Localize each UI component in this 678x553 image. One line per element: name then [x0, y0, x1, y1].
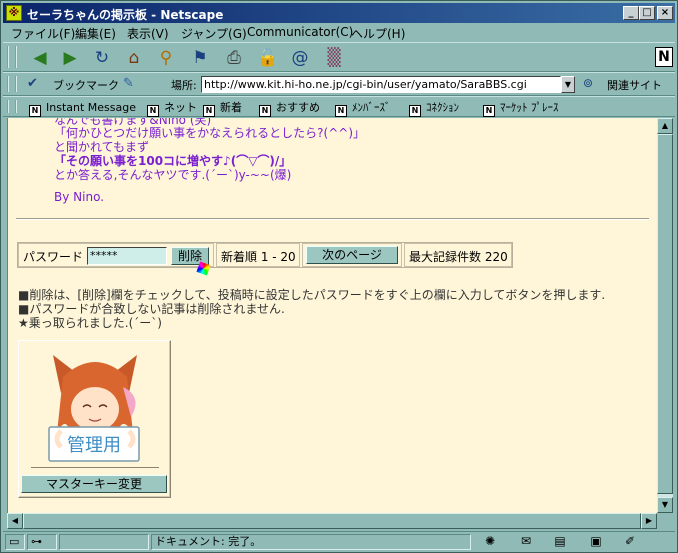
location-dropdown-icon[interactable]: ▼: [561, 76, 575, 93]
edit-icon[interactable]: ✐: [621, 534, 639, 549]
composer-icon[interactable]: ▣: [587, 534, 605, 549]
note-text: ★乗っ取られました.(´ー`): [18, 316, 162, 330]
print-icon[interactable]: ⎙: [221, 46, 247, 70]
personal-item[interactable]: N Instant Message: [29, 100, 136, 117]
menu-view[interactable]: 表示(V): [127, 25, 169, 42]
personal-item[interactable]: N おすすめ: [259, 100, 320, 117]
menu-edit[interactable]: 編集(E): [75, 25, 116, 42]
maximize-button[interactable]: □: [639, 6, 655, 20]
security-icon[interactable]: 🔓: [255, 46, 281, 70]
admin-panel: 管理用 マスターキー変更: [18, 340, 171, 498]
post-text: とか答える,そんなヤツです.(´ー`)y-~~(爆): [54, 168, 292, 182]
bookmark-button[interactable]: ブックマーク: [53, 77, 119, 93]
range-text: 新着順 1 - 20: [221, 250, 296, 264]
progress-cell: [59, 534, 149, 550]
toolbar-grip[interactable]: [7, 46, 17, 68]
next-cell: 次のページ: [302, 243, 402, 267]
bookmark-item-icon: N: [259, 105, 271, 117]
menu-help[interactable]: ヘルプ(H): [351, 25, 405, 42]
bookmark-item-icon: N: [483, 105, 495, 117]
title-bar: ※ セーラちゃんの掲示板 - Netscape _ □ ×: [3, 3, 675, 23]
browser-window: ※ セーラちゃんの掲示板 - Netscape _ □ × ファイル(F) 編集…: [0, 0, 678, 553]
control-table: パスワード ***** 削除 新着順 1 - 20 次のページ 最大記録件数 2…: [17, 242, 513, 268]
personal-item[interactable]: N ﾏｰｹｯﾄ ﾌﾟﾚｰｽ: [483, 100, 559, 117]
password-label: パスワード: [23, 250, 84, 264]
page-content: なんでも書けます&Nino (笑) 「何かひとつだけ願い事をかなえられるとしたら…: [7, 118, 657, 513]
bookmark-item-icon: N: [147, 105, 159, 117]
horizontal-scroll-thumb[interactable]: [23, 513, 641, 529]
divider: [31, 467, 159, 468]
max-cell: 最大記録件数 220: [404, 243, 512, 267]
reload-icon[interactable]: ↻: [89, 46, 115, 70]
forward-icon[interactable]: ▶: [57, 46, 83, 70]
personal-toolbar: N Instant Message N ネット N 新着 N おすすめ N ﾒﾝﾊﾞｰｽﾞ…: [3, 96, 675, 117]
navigation-toolbar: ◀ ▶ ↻ ⌂ ⚲ ⚑ ⎙ 🔓 @ ▒ N: [3, 42, 675, 72]
divider: [16, 218, 649, 220]
location-input[interactable]: http://www.kit.hi-ho.ne.jp/cgi-bin/user/…: [201, 76, 561, 93]
mail-icon[interactable]: ✉: [517, 534, 535, 549]
related-icon[interactable]: ⊚: [583, 76, 593, 90]
personal-item[interactable]: N ﾒﾝﾊﾞｰｽﾞ: [335, 100, 391, 117]
toolbar-grip[interactable]: [7, 100, 17, 113]
password-input[interactable]: *****: [87, 247, 167, 265]
minimize-button[interactable]: _: [623, 6, 639, 20]
cursor-icon: [196, 261, 211, 276]
back-icon[interactable]: ◀: [27, 46, 53, 70]
app-icon: ※: [6, 5, 22, 21]
location-label: 場所:: [171, 79, 197, 92]
bookmark-item-icon: N: [409, 105, 421, 117]
navigator-icon[interactable]: ✺: [481, 534, 499, 549]
personal-item[interactable]: N ｺﾈｸｼｮﾝ: [409, 100, 459, 117]
menu-bar: ファイル(F) 編集(E) 表示(V) ジャンプ(G) Communicator…: [3, 23, 675, 42]
menu-go[interactable]: ジャンプ(G): [181, 25, 247, 42]
scroll-left-icon[interactable]: ◀: [7, 513, 23, 529]
security-status-icon[interactable]: ▭: [5, 534, 25, 550]
toolbar-grip[interactable]: [7, 76, 17, 92]
home-icon[interactable]: ⌂: [121, 46, 147, 70]
scroll-down-icon[interactable]: ▼: [657, 497, 673, 513]
related-sites-button[interactable]: 関連サイト: [607, 77, 662, 93]
master-key-button[interactable]: マスターキー変更: [21, 475, 167, 493]
scroll-corner: [657, 513, 673, 529]
scroll-up-icon[interactable]: ▲: [657, 118, 673, 134]
status-text: ドキュメント: 完了。: [151, 534, 471, 550]
page-proxy-icon[interactable]: ✎: [123, 76, 134, 91]
personal-item[interactable]: N 新着: [203, 100, 242, 117]
range-cell: 新着順 1 - 20: [216, 243, 300, 267]
close-button[interactable]: ×: [657, 6, 673, 20]
location-toolbar: ✔ ブックマーク ✎ 場所: http://www.kit.hi-ho.ne.j…: [3, 72, 675, 96]
admin-character-image: 管理用: [48, 355, 140, 462]
stop-icon[interactable]: ▒: [321, 46, 347, 70]
window-title: セーラちゃんの掲示板 - Netscape: [27, 8, 224, 22]
search-icon[interactable]: ⚲: [153, 46, 179, 70]
newsgroup-icon[interactable]: ▤: [551, 534, 569, 549]
menu-communicator[interactable]: Communicator(C): [247, 25, 353, 39]
scroll-right-icon[interactable]: ▶: [641, 513, 657, 529]
connection-icon[interactable]: ⊶: [27, 534, 57, 550]
max-records-text: 最大記録件数 220: [409, 250, 508, 264]
netscape-logo-icon[interactable]: N: [655, 47, 673, 67]
vertical-scrollbar[interactable]: ▲ ▼: [657, 118, 673, 513]
shop-icon[interactable]: @: [287, 46, 313, 70]
bookmark-icon[interactable]: ✔: [27, 76, 38, 91]
bookmark-item-icon: N: [203, 105, 215, 117]
status-bar: ▭ ⊶ ドキュメント: 完了。 ✺ ✉ ▤ ▣ ✐: [3, 531, 675, 551]
next-page-button[interactable]: 次のページ: [306, 246, 398, 264]
horizontal-scrollbar[interactable]: ◀ ▶: [7, 513, 657, 529]
menu-file[interactable]: ファイル(F): [11, 25, 75, 42]
bookmark-item-icon: N: [335, 105, 347, 117]
vertical-scroll-thumb[interactable]: [657, 134, 673, 494]
post-signature: By Nino.: [54, 190, 105, 204]
bookmark-item-icon: N: [29, 105, 41, 117]
personal-item[interactable]: N ネット: [147, 100, 197, 117]
delete-cell: パスワード ***** 削除: [18, 243, 214, 267]
netscape-guide-icon[interactable]: ⚑: [187, 46, 213, 70]
admin-image-caption: 管理用: [67, 435, 121, 456]
